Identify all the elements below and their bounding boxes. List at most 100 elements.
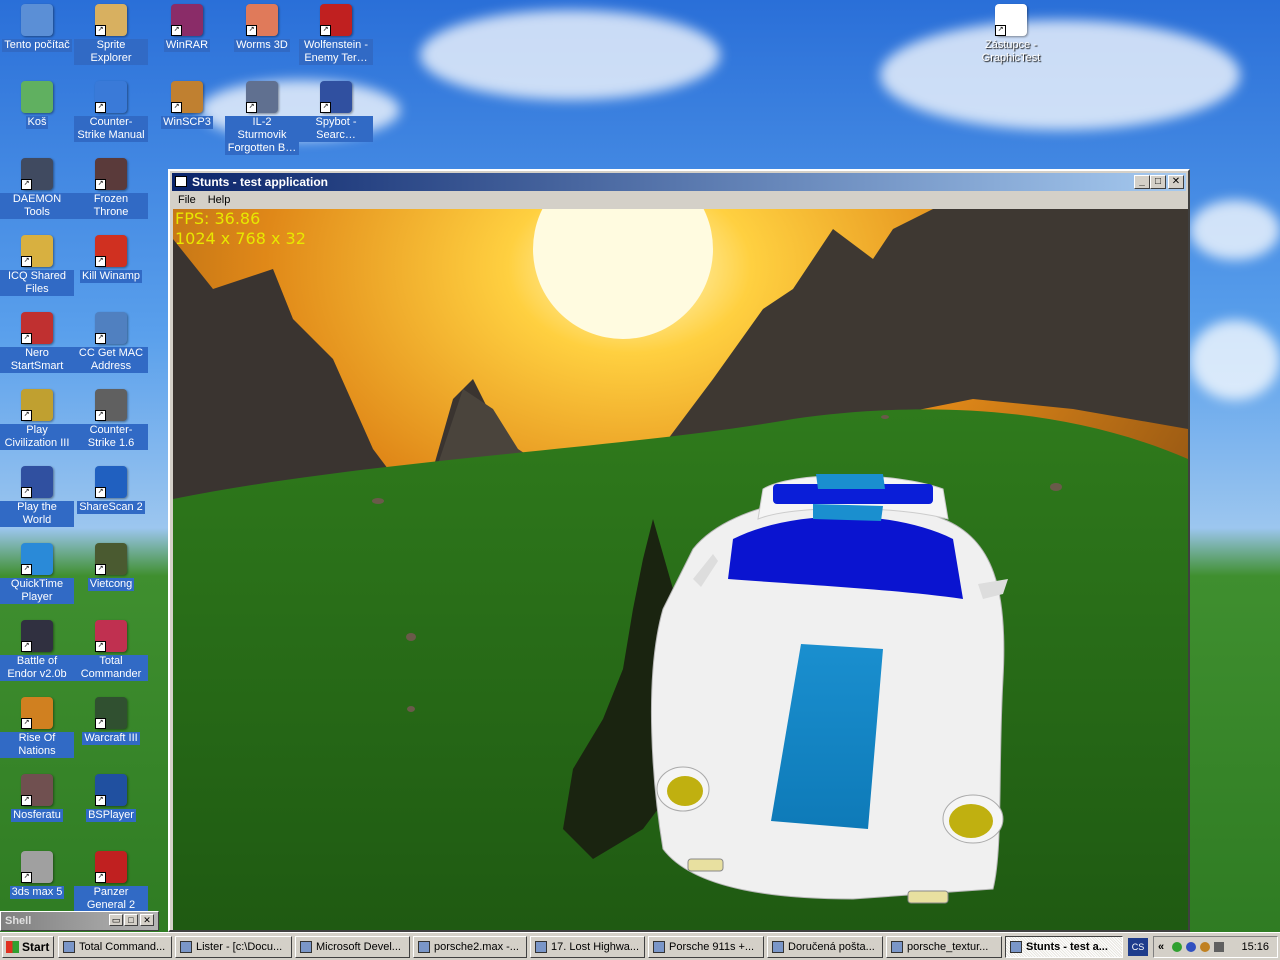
shortcut-arrow-icon: ↗ [995,25,1006,36]
volume-tray-icon[interactable] [1200,942,1210,952]
render-viewport[interactable]: FPS: 36.86 1024 x 768 x 32 [173,209,1188,930]
desktop-icon-battle-endor[interactable]: ↗ Battle of Endor v2.0b [0,618,74,688]
task-app-icon [653,941,665,953]
network-tray-icon[interactable] [1186,942,1196,952]
desktop-icon-label: DAEMON Tools [0,193,74,219]
minimize-button[interactable]: _ [1134,175,1150,189]
shortcut-arrow-icon: ↗ [21,179,32,190]
menu-help[interactable]: Help [202,191,237,209]
title-bar[interactable]: Stunts - test application _ □ ✕ [172,173,1186,191]
shortcut-arrow-icon: ↗ [21,487,32,498]
desktop-icon-label: Sprite Explorer [74,39,148,65]
desktop-icon-total-commander[interactable]: ↗ Total Commander [74,618,148,688]
desktop-icon-worms-3d[interactable]: ↗ Worms 3D [225,2,299,72]
desktop-icon-warcraft3[interactable]: ↗ Warcraft III [74,695,148,765]
task-app-icon [180,941,192,953]
taskbar-button[interactable]: porsche_textur... [886,936,1002,958]
shortcut-arrow-icon: ↗ [246,25,257,36]
desktop-icon-label: Spybot - Searc… [299,116,373,142]
taskbar-button[interactable]: Total Command... [58,936,172,958]
desktop-icon-cs-manual[interactable]: ↗ Counter-Strike Manual [74,79,148,149]
task-label: porsche2.max -... [434,941,519,953]
taskbar-button[interactable]: Porsche 911s +... [648,936,764,958]
shortcut-arrow-icon: ↗ [95,333,106,344]
desktop-icon-kos[interactable]: Koš [0,79,74,149]
scene-render [173,209,1188,930]
desktop-icon-label: Total Commander [74,655,148,681]
desktop-icon-winscp3[interactable]: ↗ WinSCP3 [150,79,224,149]
app-window: Stunts - test application _ □ ✕ File Help [168,169,1190,932]
task-app-icon [418,941,430,953]
taskbar-button[interactable]: Stunts - test a... [1005,936,1123,958]
desktop-icon-winrar[interactable]: ↗ WinRAR [150,2,224,72]
desktop-icon-nosferatu[interactable]: ↗ Nosferatu [0,772,74,842]
desktop-icon-zastupce[interactable]: ↗ Zástupce - GraphicTest [974,2,1048,72]
desktop-icon-vietcong[interactable]: ↗ Vietcong [74,541,148,611]
desktop-icon-cs16[interactable]: ↗ Counter-Strike 1.6 [74,387,148,457]
menu-file[interactable]: File [172,191,202,209]
winscp-icon: ↗ [171,81,203,113]
desktop-icon-label: Rise Of Nations [0,732,74,758]
desktop-icon-il2[interactable]: ↗ IL-2 Sturmovik Forgotten B… [225,79,299,155]
desktop-icon-nero[interactable]: ↗ Nero StartSmart [0,310,74,380]
desktop-icon-sharescan[interactable]: ↗ ShareScan 2 [74,464,148,534]
desktop-icon-label: WinSCP3 [161,116,213,129]
desktop-icon-cc-mac[interactable]: ↗ CC Get MAC Address [74,310,148,380]
desktop-icon-label: BSPlayer [86,809,136,822]
desktop-icon-label: Wolfenstein - Enemy Ter… [299,39,373,65]
desktop-icon-daemon[interactable]: ↗ DAEMON Tools [0,156,74,226]
icq-tray-icon[interactable] [1172,942,1182,952]
shell-maximize-button[interactable]: □ [124,914,138,926]
desktop-icon-rise-nations[interactable]: ↗ Rise Of Nations [0,695,74,765]
desktop-icon-label: Counter-Strike 1.6 [74,424,148,450]
taskbar-button[interactable]: porsche2.max -... [413,936,527,958]
daemon-tray-icon[interactable] [1214,942,1224,952]
desktop-icon-kill-winamp[interactable]: ↗ Kill Winamp [74,233,148,303]
shell-close-button[interactable]: ✕ [140,914,154,926]
shell-window[interactable]: Shell ▭ □ ✕ [0,911,159,931]
network-icon: ↗ [95,312,127,344]
desktop-icon-icq[interactable]: ↗ ICQ Shared Files [0,233,74,303]
desktop-icon-tento-pocitac[interactable]: Tento počítač [0,2,74,72]
close-button[interactable]: ✕ [1168,175,1184,189]
desktop-icon-label: ICQ Shared Files [0,270,74,296]
desktop-icon-civ3-ptw[interactable]: ↗ Play the World [0,464,74,534]
clock[interactable]: 15:16 [1241,937,1269,957]
civ-ptw-icon: ↗ [21,466,53,498]
desktop-icon-sprite-explorer[interactable]: ↗ Sprite Explorer [74,2,148,72]
taskbar-button[interactable]: 17. Lost Highwa... [530,936,645,958]
taskbar-button[interactable]: Microsoft Devel... [295,936,410,958]
shell-minimize-button[interactable]: ▭ [109,914,123,926]
shortcut-arrow-icon: ↗ [21,410,32,421]
left-headlight [667,776,703,806]
resolution-display: 1024 x 768 x 32 [175,229,306,248]
3dsmax-icon: ↗ [21,851,53,883]
floppy-icon: ↗ [95,620,127,652]
maximize-button[interactable]: □ [1150,175,1166,189]
taskbar-button[interactable]: Lister - [c:\Docu... [175,936,292,958]
desktop-icon-bsplayer[interactable]: ↗ BSPlayer [74,772,148,842]
desktop-icon-civ3[interactable]: ↗ Play Civilization III [0,387,74,457]
tray-expand-icon[interactable]: « [1158,937,1164,957]
desktop-icon-label: Worms 3D [234,39,290,52]
task-app-icon [63,941,75,953]
desktop-icon-3dsmax[interactable]: ↗ 3ds max 5 [0,849,74,919]
nosferatu-icon: ↗ [21,774,53,806]
task-app-icon [300,941,312,953]
desktop-icon-frozen-throne[interactable]: ↗ Frozen Throne [74,156,148,226]
vietcong-icon: ↗ [95,543,127,575]
shortcut-arrow-icon: ↗ [95,564,106,575]
shortcut-arrow-icon: ↗ [95,102,106,113]
shortcut-arrow-icon: ↗ [21,641,32,652]
desktop-icon-quicktime[interactable]: ↗ QuickTime Player [0,541,74,611]
desktop-icon-label: Play Civilization III [0,424,74,450]
desktop-icon-wolfenstein[interactable]: ↗ Wolfenstein - Enemy Ter… [299,2,373,72]
language-indicator[interactable]: CS [1128,938,1148,956]
start-button[interactable]: Start [2,936,54,958]
shortcut-arrow-icon: ↗ [21,564,32,575]
shortcut-arrow-icon: ↗ [95,795,106,806]
desktop-icon-spybot[interactable]: ↗ Spybot - Searc… [299,79,373,149]
taskbar-button[interactable]: Doručená pošta... [767,936,883,958]
shortcut-arrow-icon: ↗ [95,25,106,36]
desktop-icon-panzer[interactable]: ↗ Panzer General 2 [74,849,148,919]
